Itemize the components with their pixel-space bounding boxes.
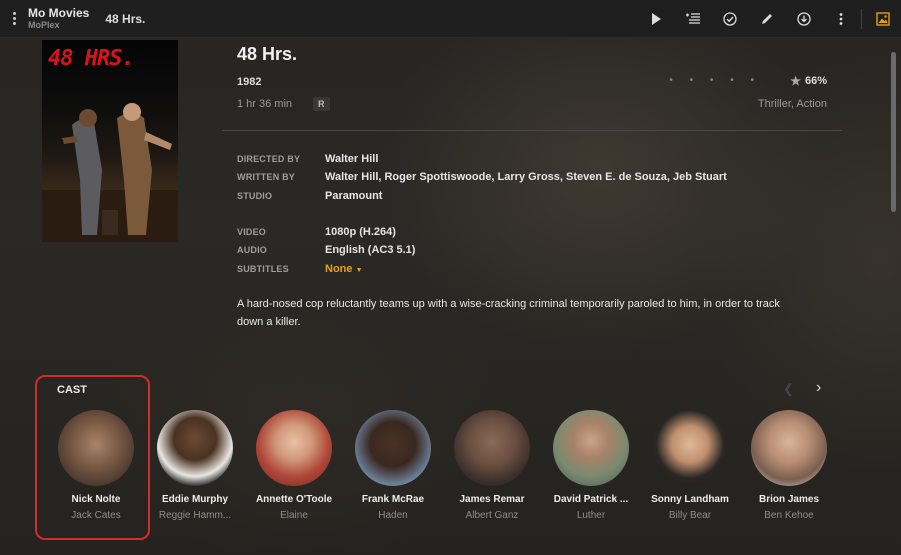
avatar bbox=[553, 410, 629, 486]
cast-name: Annette O'Toole bbox=[255, 494, 333, 505]
cast-name: Nick Nolte bbox=[71, 494, 121, 505]
audio-label: AUDIO bbox=[237, 245, 267, 255]
content-rating-badge: R bbox=[313, 97, 330, 111]
cast-name: Frank McRae bbox=[361, 494, 425, 505]
avatar bbox=[652, 410, 728, 486]
star-icon: ★ bbox=[790, 74, 801, 88]
more-options-button[interactable] bbox=[822, 0, 859, 38]
directed-by-value[interactable]: Walter Hill bbox=[325, 153, 378, 165]
app-name: Mo Movies bbox=[28, 6, 90, 20]
movie-title: 48 Hrs. bbox=[237, 44, 298, 64]
movie-year: 1982 bbox=[237, 76, 262, 88]
edit-button[interactable] bbox=[748, 0, 785, 38]
header-divider bbox=[222, 130, 842, 131]
app-switcher[interactable]: Mo Movies MoPlex bbox=[28, 6, 89, 31]
user-rating-stars[interactable]: • • • • • bbox=[669, 75, 761, 86]
cast-role: Luther bbox=[576, 510, 606, 521]
cast-name: Eddie Murphy bbox=[161, 494, 229, 505]
avatar bbox=[355, 410, 431, 486]
subtitles-value: None bbox=[325, 263, 353, 275]
poster-artwork bbox=[42, 103, 178, 242]
mark-watched-button[interactable] bbox=[711, 0, 748, 38]
cast-name: James Remar bbox=[459, 494, 525, 505]
written-by-value[interactable]: Walter Hill, Roger Spottiswoode, Larry G… bbox=[325, 171, 727, 183]
page-scrollbar[interactable] bbox=[891, 52, 896, 212]
subtitles-dropdown[interactable]: None ▼ bbox=[325, 263, 363, 275]
avatar bbox=[751, 410, 827, 486]
play-button[interactable] bbox=[637, 0, 674, 38]
cast-next-arrow-icon[interactable]: › bbox=[816, 379, 821, 397]
studio-value[interactable]: Paramount bbox=[325, 190, 382, 202]
chevron-down-icon: ▼ bbox=[355, 267, 363, 274]
movie-header: 48 Hrs. 1982 • • • • • ★ 66% 1 hr 36 min… bbox=[237, 44, 827, 111]
cast-role: Haden bbox=[378, 510, 408, 521]
avatar bbox=[58, 410, 134, 486]
cast-role: Elaine bbox=[280, 510, 308, 521]
cast-name: Brion James bbox=[758, 494, 820, 505]
toolbar-divider bbox=[861, 9, 862, 29]
cast-role: Reggie Hamm... bbox=[158, 510, 232, 521]
add-to-playlist-button[interactable] bbox=[674, 0, 711, 38]
app-server-name: MoPlex bbox=[28, 20, 60, 30]
artwork-icon bbox=[875, 12, 890, 26]
cast-prev-arrow-icon[interactable]: ❮ bbox=[783, 381, 794, 397]
video-value: 1080p (H.264) bbox=[325, 226, 396, 238]
avatar bbox=[157, 410, 233, 486]
movie-duration: 1 hr 36 min bbox=[237, 98, 293, 110]
mark-watched-icon bbox=[722, 12, 737, 26]
download-icon bbox=[796, 12, 811, 26]
edit-icon bbox=[761, 14, 772, 24]
more-icon bbox=[839, 13, 842, 25]
directed-by-label: DIRECTED BY bbox=[237, 154, 301, 164]
cast-name: David Patrick ... bbox=[553, 494, 629, 505]
artwork-button[interactable] bbox=[864, 0, 901, 38]
cast-role: Billy Bear bbox=[668, 510, 712, 521]
video-label: VIDEO bbox=[237, 227, 267, 237]
movie-poster[interactable]: 48 HRS. bbox=[42, 40, 178, 242]
rating-value: 66% bbox=[804, 75, 827, 87]
written-by-label: WRITTEN BY bbox=[237, 172, 295, 182]
add-to-playlist-icon bbox=[685, 13, 700, 24]
cast-role: Ben Kehoe bbox=[764, 510, 814, 521]
avatar bbox=[454, 410, 530, 486]
movie-summary: A hard-nosed cop reluctantly teams up wi… bbox=[237, 298, 780, 328]
cast-name: Sonny Landham bbox=[651, 494, 729, 505]
cast-role: Jack Cates bbox=[71, 510, 121, 521]
play-icon bbox=[651, 13, 661, 25]
audio-value[interactable]: English (AC3 5.1) bbox=[325, 244, 415, 256]
movie-genres: Thriller, Action bbox=[757, 98, 827, 110]
cast-heading: CAST bbox=[57, 384, 87, 396]
studio-label: STUDIO bbox=[237, 191, 273, 201]
toolbar-actions bbox=[637, 0, 901, 38]
top-bar: Mo Movies MoPlex 48 Hrs. bbox=[0, 0, 901, 38]
critic-rating: ★ 66% bbox=[790, 74, 827, 88]
cast-role: Albert Ganz bbox=[465, 510, 519, 521]
app-menu-icon[interactable] bbox=[0, 12, 26, 25]
page-title: 48 Hrs. bbox=[105, 11, 146, 26]
avatar bbox=[256, 410, 332, 486]
download-button[interactable] bbox=[785, 0, 822, 38]
subtitles-label: SUBTITLES bbox=[237, 264, 289, 274]
